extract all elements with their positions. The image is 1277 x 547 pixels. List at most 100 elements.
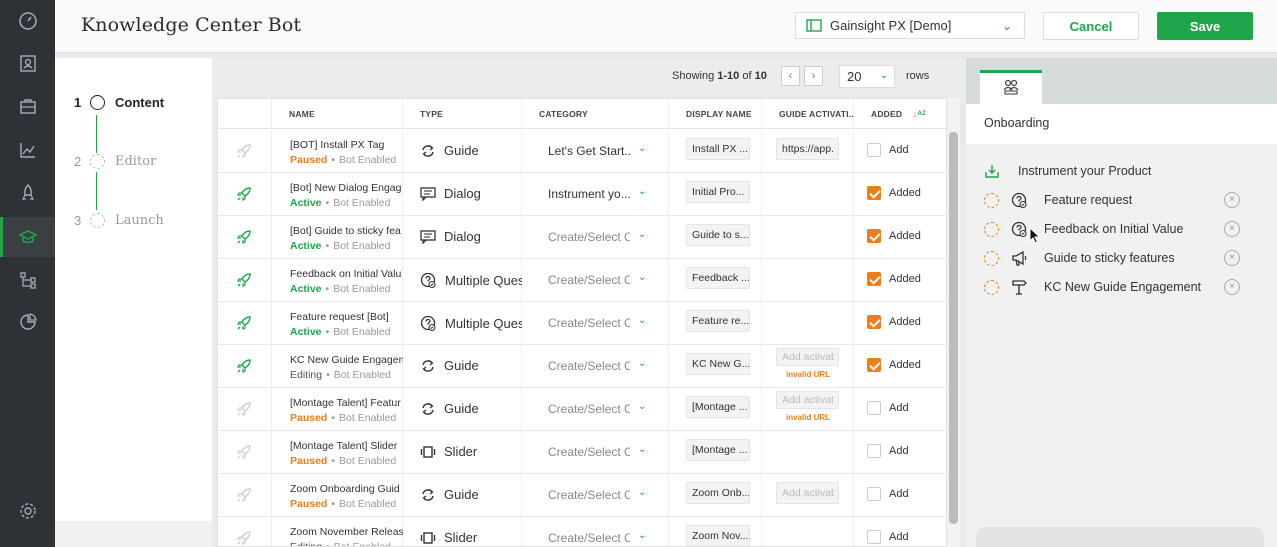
remove-item-button[interactable]: ×	[1224, 192, 1240, 208]
rows-per-page-select[interactable]: 20 ⌄	[839, 65, 895, 88]
chevron-down-icon[interactable]: ⌄	[638, 444, 646, 455]
folder-item[interactable]: Instrument your Product	[984, 161, 1151, 181]
chevron-down-icon[interactable]: ⌄	[638, 401, 646, 412]
table-row[interactable]: Feature request [Bot] Active • Bot Enabled M…	[218, 302, 946, 345]
bot-launch-rocket-icon[interactable]	[236, 401, 252, 420]
step-launch[interactable]: 3 Launch	[74, 210, 164, 230]
display-name-field[interactable]: Feedback ...	[686, 267, 750, 289]
added-checkbox[interactable]	[867, 143, 881, 157]
added-checkbox[interactable]	[867, 315, 881, 329]
category-select[interactable]: Create/Select Ca	[548, 316, 630, 330]
table-row[interactable]: [Montage Talent] Slider Paused • Bot Enable…	[218, 431, 946, 474]
dashboard-icon[interactable]	[0, 1, 55, 41]
bot-launch-rocket-icon[interactable]	[236, 358, 252, 377]
table-row[interactable]: Zoom Onboarding Guid Paused • Bot Enabled Gu…	[218, 474, 946, 517]
app-selector[interactable]: Gainsight PX [Demo] ⌄	[795, 12, 1025, 39]
added-checkbox[interactable]	[867, 487, 881, 501]
content-item[interactable]: Feature request	[984, 190, 1132, 210]
category-select[interactable]: Instrument yo...	[548, 187, 630, 201]
people-icon[interactable]	[0, 43, 55, 83]
bot-launch-rocket-icon[interactable]	[236, 143, 252, 162]
category-select[interactable]: Create/Select Ca	[548, 488, 630, 502]
display-name-field[interactable]: Install PX ...	[686, 138, 750, 160]
remove-item-button[interactable]: ×	[1224, 279, 1240, 295]
table-row[interactable]: [Bot] Guide to sticky fea Active • Bot Enab…	[218, 216, 946, 259]
display-name-field[interactable]: [Montage ...	[686, 396, 750, 418]
bot-launch-rocket-icon[interactable]	[236, 530, 252, 546]
table-row[interactable]: KC New Guide Engagen Editing • Bot Enabled G…	[218, 345, 946, 388]
display-name-field[interactable]: [Montage ...	[686, 439, 750, 461]
display-name-field[interactable]: Initial Pro...	[686, 181, 750, 203]
row-name[interactable]: Feedback on Initial Valu	[290, 268, 403, 280]
display-name-field[interactable]: Zoom Nov...	[686, 525, 750, 546]
table-row[interactable]: Feedback on Initial Valu Active • Bot Enabl…	[218, 259, 946, 302]
chevron-down-icon[interactable]: ⌄	[638, 315, 646, 326]
row-name[interactable]: [Montage Talent] Featur	[290, 397, 403, 409]
table-scrollbar[interactable]	[949, 132, 958, 524]
bot-launch-rocket-icon[interactable]	[236, 186, 252, 205]
display-name-field[interactable]: KC New G...	[686, 353, 750, 375]
settings-icon[interactable]	[0, 491, 55, 531]
header-guide-activation[interactable]: GUIDE ACTIVATI...	[762, 99, 854, 129]
display-name-field[interactable]: Guide to s...	[686, 224, 750, 246]
added-checkbox[interactable]	[867, 358, 881, 372]
onboarding-tab[interactable]	[980, 70, 1042, 104]
guide-activation-field[interactable]: https://app.	[776, 138, 839, 160]
header-display-name[interactable]: DISPLAY NAME	[669, 99, 762, 129]
category-select[interactable]: Create/Select Ca	[548, 359, 630, 373]
guide-activation-field[interactable]: Add activat	[776, 482, 839, 504]
cancel-button[interactable]: Cancel	[1043, 12, 1139, 40]
chevron-down-icon[interactable]: ⌄	[638, 272, 646, 283]
header-category[interactable]: CATEGORY	[522, 99, 669, 129]
added-checkbox[interactable]	[867, 186, 881, 200]
category-select[interactable]: Create/Select Ca	[548, 230, 630, 244]
added-checkbox[interactable]	[867, 530, 881, 544]
row-name[interactable]: [Montage Talent] Slider	[290, 440, 403, 452]
journey-icon[interactable]	[0, 260, 55, 300]
prev-page-button[interactable]: ‹	[781, 66, 800, 86]
added-checkbox[interactable]	[867, 444, 881, 458]
step-content[interactable]: 1 Content	[74, 92, 164, 112]
display-name-field[interactable]: Feature re...	[686, 310, 750, 332]
chevron-down-icon[interactable]: ⌄	[638, 186, 646, 197]
row-name[interactable]: KC New Guide Engagen	[290, 354, 403, 366]
bot-launch-rocket-icon[interactable]	[236, 315, 252, 334]
chevron-down-icon[interactable]: ⌄	[638, 229, 646, 240]
remove-item-button[interactable]: ×	[1224, 221, 1240, 237]
content-item[interactable]: KC New Guide Engagement	[984, 277, 1201, 297]
display-name-field[interactable]: Zoom Onb...	[686, 482, 750, 504]
reports-icon[interactable]	[0, 302, 55, 342]
category-select[interactable]: Create/Select Ca	[548, 273, 630, 287]
chevron-down-icon[interactable]: ⌄	[638, 143, 646, 154]
chevron-down-icon[interactable]: ⌄	[638, 487, 646, 498]
briefcase-icon[interactable]	[0, 86, 55, 126]
bot-launch-rocket-icon[interactable]	[236, 272, 252, 291]
chevron-down-icon[interactable]: ⌄	[638, 530, 646, 541]
chevron-down-icon[interactable]: ⌄	[638, 358, 646, 369]
bot-launch-rocket-icon[interactable]	[236, 229, 252, 248]
row-name[interactable]: Zoom Onboarding Guid	[290, 483, 403, 495]
header-added[interactable]: ADDED ↓AZ	[854, 99, 946, 129]
guide-activation-field[interactable]: Add activat	[776, 391, 839, 409]
category-select[interactable]: Create/Select Ca	[548, 531, 630, 545]
table-row[interactable]: [Bot] New Dialog Engag Active • Bot Enabled…	[218, 173, 946, 216]
row-name[interactable]: [BOT] Install PX Tag	[290, 139, 403, 151]
category-select[interactable]: Let's Get Start...	[548, 144, 630, 158]
header-type[interactable]: TYPE	[403, 99, 522, 129]
table-row[interactable]: [BOT] Install PX Tag Paused • Bot Enabled Gu…	[218, 130, 946, 173]
row-name[interactable]: Feature request [Bot]	[290, 311, 403, 323]
added-checkbox[interactable]	[867, 229, 881, 243]
bot-launch-rocket-icon[interactable]	[236, 444, 252, 463]
content-item[interactable]: Feedback on Initial Value	[984, 219, 1183, 239]
rocket-icon[interactable]	[0, 173, 55, 213]
remove-item-button[interactable]: ×	[1224, 250, 1240, 266]
content-item[interactable]: Guide to sticky features	[984, 248, 1175, 268]
row-name[interactable]: Zoom November Releas	[290, 526, 403, 538]
next-page-button[interactable]: ›	[804, 66, 823, 86]
added-checkbox[interactable]	[867, 401, 881, 415]
header-name[interactable]: NAME	[272, 99, 403, 129]
category-select[interactable]: Create/Select Ca	[548, 445, 630, 459]
step-editor[interactable]: 2 Editor	[74, 151, 156, 171]
bot-launch-rocket-icon[interactable]	[236, 487, 252, 506]
added-checkbox[interactable]	[867, 272, 881, 286]
